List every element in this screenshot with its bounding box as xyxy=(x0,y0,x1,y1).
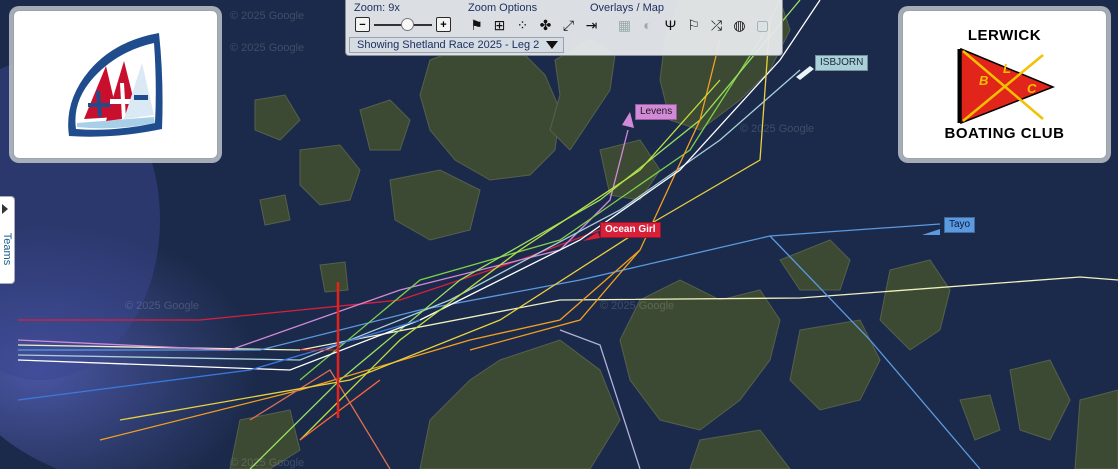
map-copyright: © 2025 Google xyxy=(125,300,200,312)
fullscreen-icon[interactable]: ⤢ xyxy=(560,17,577,34)
zoom-slider-handle[interactable] xyxy=(401,18,414,31)
boat-label-ocean-girl[interactable]: Ocean Girl xyxy=(600,222,661,238)
flag-letter-c: C xyxy=(1027,81,1037,96)
caret-right-icon xyxy=(2,204,8,214)
boat-label-tayo[interactable]: Tayo xyxy=(944,217,976,233)
zoom-label: Zoom: 9x xyxy=(354,2,400,14)
boat-label-levens[interactable]: Levens xyxy=(635,104,678,120)
zoom-in-button[interactable]: + xyxy=(436,17,451,32)
zoom-fit-icon[interactable]: ⊞ xyxy=(491,17,508,34)
map-copyright: © 2025 Google xyxy=(230,457,305,469)
map-copyright: © 2025 Google xyxy=(230,10,305,22)
fleet-icon[interactable]: ✤ xyxy=(537,17,554,34)
grid-icon[interactable]: ▦ xyxy=(616,17,633,34)
layer-icon[interactable]: ▢ xyxy=(754,17,771,34)
race-selector-label: Showing Shetland Race 2025 - Leg 2 xyxy=(357,39,540,51)
boat-label-isbjorn[interactable]: ISBJORN xyxy=(815,55,869,71)
zoom-options-label: Zoom Options xyxy=(468,2,538,14)
split-icon[interactable]: Ψ xyxy=(662,17,679,34)
zoom-out-button[interactable]: − xyxy=(355,17,370,32)
shade-icon[interactable]: ◐ xyxy=(639,17,656,34)
lerwick-boating-club-logo: LERWICK B L C BOATING CLUB xyxy=(902,10,1107,159)
exit-icon[interactable]: ⇥ xyxy=(583,17,600,34)
wind-icon[interactable]: ⚐ xyxy=(685,17,702,34)
race-selector[interactable]: Showing Shetland Race 2025 - Leg 2 xyxy=(349,37,564,53)
club-name-bottom: BOATING CLUB xyxy=(944,125,1065,142)
map-copyright: © 2025 Google xyxy=(600,300,675,312)
flag-letter-l: L xyxy=(1003,61,1011,76)
map-copyright: © 2025 Google xyxy=(740,123,815,135)
chevron-down-icon xyxy=(546,41,558,49)
teams-panel-tab[interactable]: Teams xyxy=(0,196,15,284)
globe-icon[interactable]: ◍ xyxy=(731,17,748,34)
overlays-label: Overlays / Map xyxy=(590,2,664,14)
map-copyright: © 2025 Google xyxy=(230,42,305,54)
shuffle-icon[interactable]: ⤮ xyxy=(708,17,725,34)
map-toolbar: Zoom: 9x Zoom Options Overlays / Map − +… xyxy=(345,0,783,56)
norwegian-sail-logo xyxy=(68,33,163,137)
boat-dots-icon[interactable]: ⁘ xyxy=(514,17,531,34)
teams-tab-label: Teams xyxy=(1,232,13,266)
sponsor-logo-left xyxy=(13,10,218,159)
flag-letter-b: B xyxy=(979,73,989,88)
flag-checkered-icon[interactable]: ⚑ xyxy=(468,17,485,34)
